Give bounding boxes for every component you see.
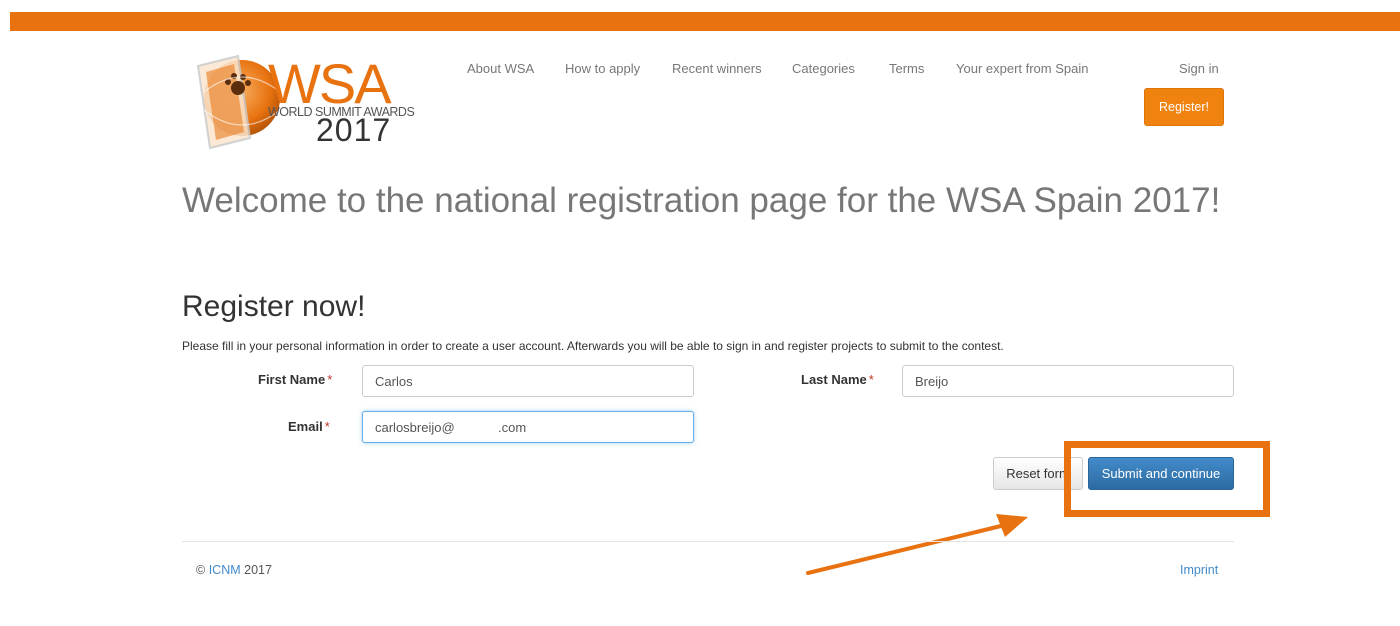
nav-about-wsa[interactable]: About WSA xyxy=(467,61,534,76)
nav-expert-from-spain[interactable]: Your expert from Spain xyxy=(956,61,1088,76)
nav-terms[interactable]: Terms xyxy=(889,61,924,76)
required-marker: * xyxy=(324,419,330,434)
footer-imprint-link[interactable]: Imprint xyxy=(1180,563,1218,577)
first-name-label-text: First Name xyxy=(258,372,326,387)
top-accent-bar xyxy=(10,12,1400,31)
submit-and-continue-button[interactable]: Submit and continue xyxy=(1088,457,1234,490)
email-label: Email * xyxy=(288,419,330,434)
reset-form-button[interactable]: Reset form xyxy=(993,457,1083,490)
form-intro-text: Please fill in your personal information… xyxy=(182,339,1004,353)
register-button[interactable]: Register! xyxy=(1144,88,1224,126)
email-input[interactable] xyxy=(362,411,694,443)
nav-categories[interactable]: Categories xyxy=(792,61,855,76)
footer-copyright: © ICNM 2017 xyxy=(196,563,272,577)
required-marker: * xyxy=(327,372,333,387)
register-heading: Register now! xyxy=(182,290,366,323)
copyright-symbol: © xyxy=(196,563,209,577)
arrow-icon xyxy=(806,514,1028,575)
last-name-input[interactable] xyxy=(902,365,1234,397)
first-name-input[interactable] xyxy=(362,365,694,397)
last-name-label: Last Name * xyxy=(801,372,874,387)
footer-divider xyxy=(182,541,1234,542)
welcome-heading: Welcome to the national registration pag… xyxy=(182,181,1221,220)
nav-how-to-apply[interactable]: How to apply xyxy=(565,61,640,76)
footer-year: 2017 xyxy=(240,563,272,577)
footer-org-link[interactable]: ICNM xyxy=(209,563,241,577)
email-label-text: Email xyxy=(288,419,323,434)
logo-year: 2017 xyxy=(316,112,392,148)
main-nav: About WSA How to apply Recent winners Ca… xyxy=(0,61,1400,81)
nav-recent-winners[interactable]: Recent winners xyxy=(672,61,762,76)
first-name-label: First Name * xyxy=(258,372,332,387)
required-marker: * xyxy=(868,372,874,387)
nav-sign-in[interactable]: Sign in xyxy=(1179,61,1219,76)
page: WSA WORLD SUMMIT AWARDS 2017 About WSA H… xyxy=(0,0,1400,626)
last-name-label-text: Last Name xyxy=(801,372,867,387)
